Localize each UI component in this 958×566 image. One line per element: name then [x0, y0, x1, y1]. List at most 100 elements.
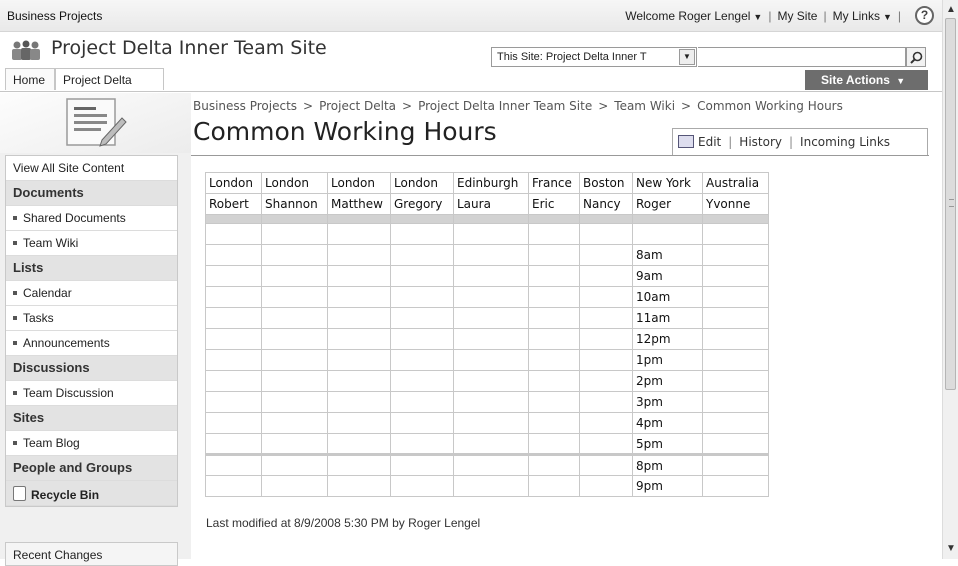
table-cell [453, 433, 529, 455]
top-nav-bar: Home Project Delta Site Actions ▼ [0, 68, 942, 92]
tab-home[interactable]: Home [5, 68, 55, 90]
sidebar-item-team-wiki[interactable]: Team Wiki [6, 231, 177, 256]
people-and-groups-link[interactable]: People and Groups [6, 456, 177, 481]
table-cell: Boston [579, 172, 633, 194]
breadcrumb-item[interactable]: Project Delta [319, 99, 396, 113]
breadcrumb-separator: > [681, 99, 692, 113]
my-links-menu[interactable]: My Links ▼ [833, 9, 892, 23]
table-cell [261, 475, 328, 497]
table-cell [205, 214, 262, 224]
table-cell [579, 214, 633, 224]
scroll-down-arrow-icon[interactable]: ▼ [943, 541, 958, 557]
table-cell [205, 453, 262, 476]
sidebar-item-shared-documents[interactable]: Shared Documents [6, 206, 177, 231]
table-cell [528, 286, 580, 308]
history-link[interactable]: History [739, 135, 782, 149]
table-row: 4pm [205, 412, 769, 434]
table-row-locations: London London London London Edinburgh France B… [205, 172, 769, 194]
table-cell [327, 475, 391, 497]
table-cell [702, 286, 769, 308]
table-cell: Edinburgh [453, 172, 529, 194]
table-cell [390, 349, 454, 371]
sidebar-item-announcements[interactable]: Announcements [6, 331, 177, 356]
page-title: Common Working Hours [193, 117, 497, 146]
table-cell [390, 475, 454, 497]
table-cell [702, 475, 769, 497]
table-cell [390, 433, 454, 455]
my-site-link[interactable]: My Site [777, 9, 817, 23]
divider: | [823, 8, 827, 23]
table-cell [327, 412, 391, 434]
table-cell [205, 433, 262, 455]
breadcrumb-item[interactable]: Business Projects [193, 99, 297, 113]
table-cell [702, 307, 769, 329]
table-cell [261, 286, 328, 308]
table-cell: 12pm [632, 328, 703, 350]
table-row-people: Robert Shannon Matthew Gregory Laura Eric Nanc… [205, 193, 769, 215]
breadcrumb-item[interactable]: Project Delta Inner Team Site [418, 99, 592, 113]
search-icon [910, 51, 923, 64]
table-row-separator [205, 214, 769, 224]
site-actions-menu[interactable]: Site Actions ▼ [805, 70, 928, 90]
incoming-links-link[interactable]: Incoming Links [800, 135, 890, 149]
sidebar-item-team-blog[interactable]: Team Blog [6, 431, 177, 456]
scrollbar-thumb[interactable] [945, 18, 956, 390]
table-cell: New York [632, 172, 703, 194]
table-cell [261, 433, 328, 455]
sidebar-item-label: Team Wiki [23, 236, 79, 250]
section-heading-documents[interactable]: Documents [6, 181, 177, 206]
welcome-menu[interactable]: Welcome Roger Lengel ▼ [625, 9, 762, 23]
table-cell: Eric [528, 193, 580, 215]
top-right-links: Welcome Roger Lengel ▼ | My Site | My Lin… [625, 6, 934, 25]
left-panel: View All Site Content Documents Shared D… [0, 93, 191, 566]
section-heading-lists[interactable]: Lists [6, 256, 177, 281]
table-cell [390, 214, 454, 224]
chevron-down-icon: ▼ [882, 11, 892, 22]
breadcrumb-separator: > [303, 99, 314, 113]
scroll-up-arrow-icon[interactable]: ▲ [943, 2, 958, 18]
sidebar-item-team-discussion[interactable]: Team Discussion [6, 381, 177, 406]
search-scope-select[interactable]: This Site: Project Delta Inner T ▼ [491, 47, 697, 67]
section-heading-sites[interactable]: Sites [6, 406, 177, 431]
recent-changes-link[interactable]: Recent Changes [5, 542, 178, 566]
table-row: 9pm [205, 475, 769, 497]
divider: | [768, 8, 772, 23]
bullet-icon [13, 216, 17, 220]
my-links-label: My Links [832, 8, 880, 23]
table-cell [702, 244, 769, 266]
help-icon[interactable]: ? [915, 6, 934, 25]
sidebar-item-calendar[interactable]: Calendar [6, 281, 177, 306]
table-cell [205, 244, 262, 266]
sidebar-item-label: Announcements [23, 336, 110, 350]
table-row: 3pm [205, 391, 769, 413]
search-button[interactable] [906, 47, 926, 67]
view-all-site-content-link[interactable]: View All Site Content [6, 156, 177, 181]
welcome-label: Welcome Roger Lengel [625, 8, 751, 23]
table-cell [327, 328, 391, 350]
recycle-bin-link[interactable]: Recycle Bin [6, 481, 177, 506]
table-cell: Gregory [390, 193, 454, 215]
table-cell [327, 214, 391, 224]
tab-project-delta[interactable]: Project Delta [55, 68, 164, 90]
table-cell: 11am [632, 307, 703, 329]
table-cell [261, 391, 328, 413]
table-cell [261, 244, 328, 266]
sidebar-item-label: Team Blog [23, 436, 80, 450]
site-title-link[interactable]: Project Delta Inner Team Site [51, 37, 327, 59]
vertical-scrollbar[interactable]: ▲ ▼ [942, 0, 958, 559]
table-cell [453, 391, 529, 413]
last-modified-text: Last modified at 8/9/2008 5:30 PM by Rog… [206, 516, 481, 530]
top-site-name-link[interactable]: Business Projects [7, 9, 102, 23]
table-cell [702, 370, 769, 392]
breadcrumb-item[interactable]: Team Wiki [614, 99, 675, 113]
search-input[interactable] [698, 47, 906, 67]
section-heading-discussions[interactable]: Discussions [6, 356, 177, 381]
grip-icon [949, 199, 954, 207]
search-scope-value: This Site: Project Delta Inner T [497, 51, 647, 63]
table-cell [390, 223, 454, 245]
table-cell [327, 265, 391, 287]
sidebar-item-tasks[interactable]: Tasks [6, 306, 177, 331]
edit-link[interactable]: Edit [698, 135, 721, 149]
table-row: 9am [205, 265, 769, 287]
table-cell [205, 223, 262, 245]
